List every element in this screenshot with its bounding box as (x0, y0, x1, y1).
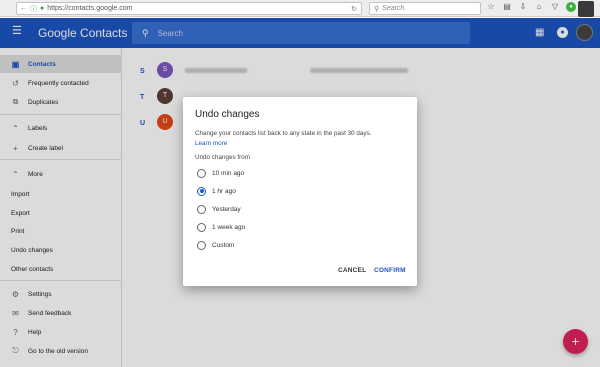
option-1-hr-ago[interactable]: 1 hr ago (197, 185, 317, 197)
learn-more-link[interactable]: Learn more (195, 140, 227, 147)
reload-icon[interactable]: ↻ (351, 5, 357, 13)
search-icon: ⚲ (374, 5, 380, 13)
dialog-title: Undo changes (195, 109, 260, 120)
browser-search-input[interactable]: ⚲ Search (369, 2, 481, 15)
browser-profile-icon[interactable] (578, 1, 594, 17)
option-custom[interactable]: Custom (197, 239, 317, 251)
radio-button[interactable] (197, 204, 206, 214)
option-1-week-ago[interactable]: 1 week ago (197, 221, 317, 233)
dialog-description: Change your contacts list back to any st… (195, 130, 372, 137)
home-icon[interactable]: ⌂ (534, 2, 544, 12)
url-text[interactable]: https://contacts.google.com (47, 5, 132, 12)
undo-from-label: Undo changes from (195, 154, 250, 161)
radio-button[interactable] (197, 240, 206, 250)
reading-list-icon[interactable]: ▤ (502, 2, 512, 12)
radio-button[interactable] (197, 222, 206, 232)
info-icon[interactable]: ⓘ (30, 4, 37, 14)
pocket-icon[interactable]: ▽ (550, 2, 560, 12)
lock-icon: ● (40, 5, 45, 12)
radio-button-checked[interactable] (197, 186, 206, 196)
browser-toolbar: ← ⓘ ● https://contacts.google.com ↻ ⚲ Se… (0, 0, 600, 17)
option-10-min-ago[interactable]: 10 min ago (197, 167, 317, 179)
radio-button[interactable] (197, 168, 206, 178)
browser-search-placeholder: Search (382, 5, 405, 12)
extension-icon[interactable]: ● (566, 2, 576, 12)
bookmark-star-icon[interactable]: ☆ (486, 2, 496, 12)
option-yesterday[interactable]: Yesterday (197, 203, 317, 215)
address-bar[interactable]: ← ⓘ ● https://contacts.google.com ↻ (16, 2, 362, 15)
cancel-button[interactable]: CANCEL (338, 267, 366, 274)
back-icon[interactable]: ← (20, 5, 27, 12)
undo-changes-dialog: Undo changes Change your contacts list b… (183, 97, 417, 286)
download-icon[interactable]: ⇩ (518, 2, 528, 12)
confirm-button[interactable]: CONFIRM (374, 267, 406, 274)
